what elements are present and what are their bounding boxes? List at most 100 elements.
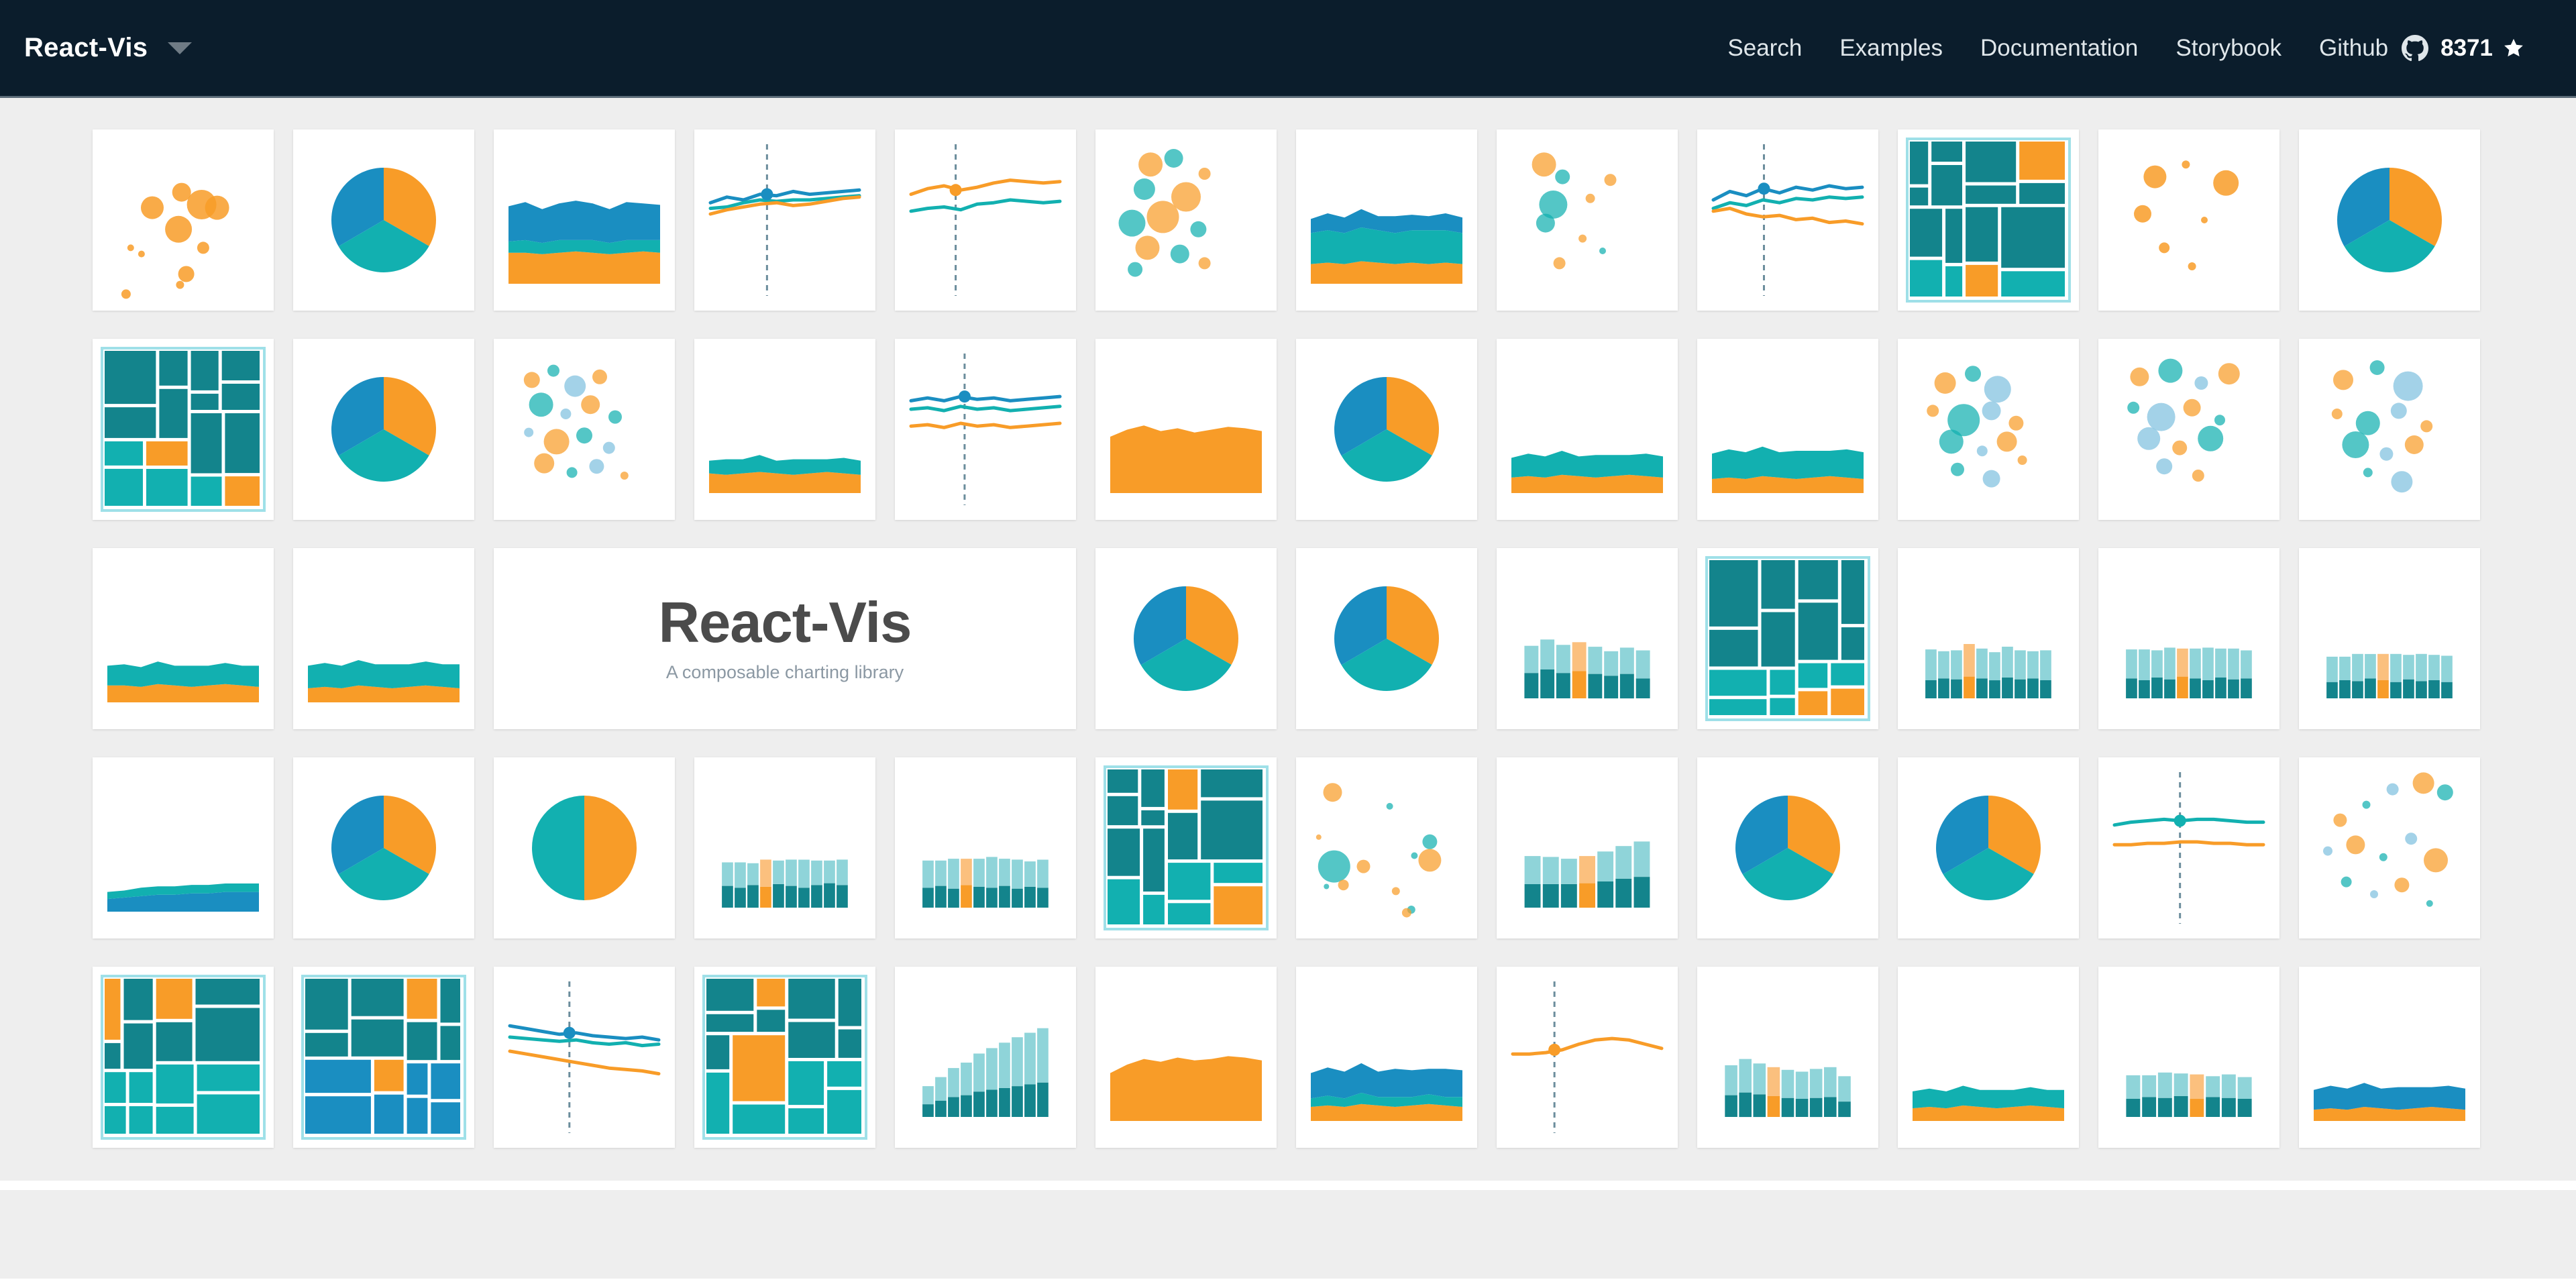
- stacked-bar-highlight-figure: [1925, 644, 2051, 699]
- treemap-selected-blue-figure: [301, 975, 466, 1140]
- thumbnail-bubble-scatter-mixed[interactable]: [1095, 129, 1277, 311]
- banner-title: React-Vis: [658, 591, 912, 655]
- github-star-count[interactable]: 8371: [2440, 35, 2536, 62]
- thumbnail-stacked-area-2[interactable]: [694, 339, 875, 520]
- thumbnail-bubble-scatter-dense[interactable]: [2299, 339, 2480, 520]
- thumbnail-stacked-area-2[interactable]: [1898, 967, 2079, 1148]
- nav-item-storybook[interactable]: Storybook: [2157, 35, 2300, 62]
- stacked-bar-highlight-figure: [2126, 1072, 2252, 1118]
- thumbnail-stacked-bar-highlight[interactable]: [895, 757, 1076, 938]
- thumbnail-stacked-area-2[interactable]: [1497, 339, 1678, 520]
- thumbnail-stream-teal-orange[interactable]: [1697, 339, 1878, 520]
- thumbnail-treemap-selected[interactable]: [93, 967, 274, 1148]
- thumbnail-stacked-area-3[interactable]: [1296, 129, 1477, 311]
- thumbnail-pie-thirds[interactable]: [1296, 339, 1477, 520]
- thumbnail-line-crosshair-3series[interactable]: [494, 967, 675, 1148]
- thumbnail-treemap-selected[interactable]: [1095, 757, 1277, 938]
- line-crosshair-3series-figure: [1711, 144, 1864, 296]
- thumbnail-line-crosshair-2series[interactable]: [2098, 757, 2279, 938]
- thumbnail-stacked-area-2[interactable]: [2299, 967, 2480, 1148]
- line-crosshair-3series-figure: [909, 354, 1062, 505]
- stacked-bar-highlight-figure: [2326, 653, 2453, 699]
- thumbnail-line-crosshair-orange[interactable]: [1497, 967, 1678, 1148]
- bubble-scatter-orange-figure: [121, 182, 229, 299]
- thumbnail-line-crosshair-3series[interactable]: [895, 339, 1076, 520]
- bubble-scatter-mixed-figure: [1118, 149, 1211, 277]
- github-icon: [2402, 34, 2429, 61]
- thumbnail-bubble-scatter-sparse[interactable]: [1497, 129, 1678, 311]
- thumbnail-stacked-bar-highlight[interactable]: [694, 757, 875, 938]
- thumbnail-line-crosshair-2series[interactable]: [895, 129, 1076, 311]
- thumbnail-pie-thirds[interactable]: [2299, 129, 2480, 311]
- thumbnail-bubble-scatter-dense[interactable]: [494, 339, 675, 520]
- stacked-bar-ascending-figure: [922, 1028, 1049, 1117]
- thumbnail-stacked-bar-highlight[interactable]: [2299, 548, 2480, 729]
- bubble-scatter-orange-figure: [2134, 160, 2239, 270]
- thumbnail-pie-thirds[interactable]: [293, 339, 474, 520]
- thumbnail-line-crosshair-3series[interactable]: [694, 129, 875, 311]
- thumbnail-pie-thirds[interactable]: [1296, 548, 1477, 729]
- thumbnail-stacked-bar-highlight[interactable]: [1898, 548, 2079, 729]
- thumbnail-treemap-selected[interactable]: [93, 339, 274, 520]
- thumbnail-stacked-area-2[interactable]: [293, 548, 474, 729]
- thumbnail-treemap-selected[interactable]: [694, 967, 875, 1148]
- thumbnail-stacked-bar-highlight[interactable]: [1497, 757, 1678, 938]
- pie-thirds-figure: [331, 796, 436, 900]
- bubble-scatter-dense-figure: [1927, 366, 2027, 488]
- primary-nav: Search Examples Documentation Storybook …: [1709, 34, 2536, 62]
- nav-item-documentation[interactable]: Documentation: [1962, 35, 2157, 62]
- thumbnail-stacked-bar-highlight[interactable]: [2098, 967, 2279, 1148]
- stacked-area-2-figure: [1913, 1085, 2064, 1121]
- nav-item-github[interactable]: Github: [2300, 34, 2440, 62]
- thumbnail-stacked-area-3[interactable]: [1296, 967, 1477, 1148]
- thumbnail-bubble-scatter-orange[interactable]: [93, 129, 274, 311]
- thumbnail-bubble-scatter-orange[interactable]: [2098, 129, 2279, 311]
- thumbnail-stacked-bar-highlight[interactable]: [2098, 548, 2279, 729]
- stacked-bar-highlight-figure: [1524, 639, 1650, 699]
- line-crosshair-2series-figure: [2112, 772, 2265, 924]
- stacked-area-3-figure: [1311, 1063, 1462, 1121]
- thumbnail-bubble-scatter-dense[interactable]: [2098, 339, 2279, 520]
- stacked-area-2-figure: [308, 660, 460, 702]
- thumbnail-grid: React-Vis A composable charting library: [93, 129, 2485, 1148]
- stacked-area-2-figure: [2314, 1083, 2465, 1121]
- thumbnail-line-crosshair-3series[interactable]: [1697, 129, 1878, 311]
- thumbnail-bubble-scatter-mixed[interactable]: [2299, 757, 2480, 938]
- thumbnail-area-orange[interactable]: [1095, 339, 1277, 520]
- stacked-bar-highlight-figure: [722, 859, 848, 908]
- bubble-scatter-dense-figure: [2127, 358, 2240, 482]
- thumbnail-bubble-scatter-sparse[interactable]: [1296, 757, 1477, 938]
- treemap-selected-figure: [1705, 556, 1870, 721]
- star-count-label: 8371: [2440, 34, 2493, 61]
- thumbnail-stacked-bar-ascending[interactable]: [895, 967, 1076, 1148]
- stacked-area-2-low-figure: [107, 883, 259, 912]
- thumbnail-pie-thirds[interactable]: [1697, 757, 1878, 938]
- bubble-scatter-mixed-figure: [2323, 772, 2453, 907]
- thumbnail-pie-thirds[interactable]: [293, 129, 474, 311]
- thumbnail-stacked-bar-highlight[interactable]: [1697, 967, 1878, 1148]
- thumbnail-stacked-area-3[interactable]: [494, 129, 675, 311]
- line-crosshair-3series-figure: [508, 981, 661, 1133]
- thumbnail-pie-thirds[interactable]: [293, 757, 474, 938]
- nav-item-search[interactable]: Search: [1709, 35, 1821, 62]
- pie-thirds-figure: [1334, 377, 1439, 482]
- thumbnail-pie-two[interactable]: [494, 757, 675, 938]
- thumbnail-stacked-area-2[interactable]: [93, 548, 274, 729]
- pie-thirds-figure: [2337, 168, 2442, 272]
- star-icon: [2504, 38, 2523, 56]
- thumbnail-bubble-scatter-dense[interactable]: [1898, 339, 2079, 520]
- thumbnail-treemap-selected-blue[interactable]: [293, 967, 474, 1148]
- thumbnail-pie-thirds[interactable]: [1095, 548, 1277, 729]
- nav-item-examples[interactable]: Examples: [1821, 35, 1962, 62]
- thumbnail-treemap-selected[interactable]: [1697, 548, 1878, 729]
- brand-menu[interactable]: React-Vis: [24, 33, 193, 63]
- thumbnail-stacked-bar-highlight[interactable]: [1497, 548, 1678, 729]
- line-crosshair-orange-figure: [1511, 981, 1664, 1133]
- react-vis-banner-tile[interactable]: React-Vis A composable charting library: [494, 548, 1076, 729]
- thumbnail-stacked-area-2-low[interactable]: [93, 757, 274, 938]
- chevron-down-icon[interactable]: [168, 42, 193, 54]
- thumbnail-area-orange[interactable]: [1095, 967, 1277, 1148]
- thumbnail-pie-thirds[interactable]: [1898, 757, 2079, 938]
- stacked-area-2-figure: [709, 455, 861, 493]
- thumbnail-treemap-selected[interactable]: [1898, 129, 2079, 311]
